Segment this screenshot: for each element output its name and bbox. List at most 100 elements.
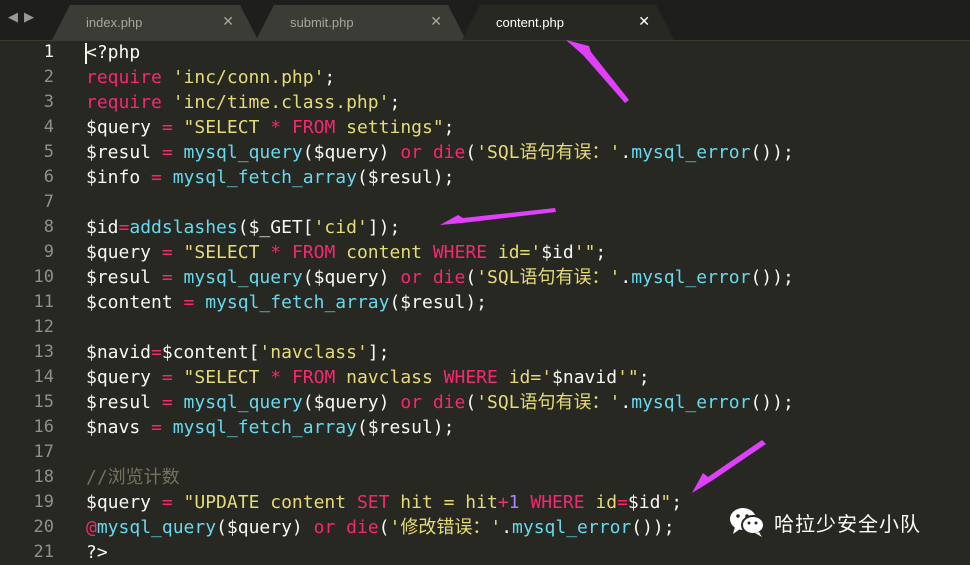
code-token: $navid: [552, 367, 618, 388]
code-line[interactable]: $navs = mysql_fetch_array($resul);: [86, 415, 455, 440]
code-token: die: [432, 142, 466, 163]
code-token: ;: [671, 492, 683, 513]
code-line[interactable]: $query = "SELECT * FROM content WHERE id…: [86, 240, 606, 265]
close-icon[interactable]: ✕: [430, 14, 442, 30]
code-token: id=': [487, 242, 542, 263]
code-line[interactable]: @mysql_query($query) or die('修改错误：'.mysq…: [86, 515, 675, 540]
code-token: FROM: [291, 367, 336, 388]
code-token: mysql_fetch_array: [172, 417, 357, 438]
code-token: ;: [443, 117, 455, 138]
code-token: =: [161, 392, 173, 413]
code-token: ());: [631, 517, 675, 538]
tab-scroll-left-icon[interactable]: ◀: [8, 10, 18, 25]
line-number: 3: [43, 92, 54, 112]
code-line[interactable]: $query = "SELECT * FROM navclass WHERE i…: [86, 365, 650, 390]
code-line[interactable]: $resul = mysql_query($query) or die('SQL…: [86, 390, 794, 415]
code-token: content: [335, 242, 433, 263]
code-token: $resul: [86, 142, 162, 163]
line-number: 13: [33, 342, 54, 362]
code-token: =: [161, 117, 173, 138]
line-number: 9: [43, 242, 54, 262]
code-line[interactable]: $query = "SELECT * FROM settings";: [86, 115, 455, 140]
tab-label: content.php: [496, 15, 564, 30]
code-token: '": [573, 242, 596, 263]
code-line[interactable]: $query = "UPDATE content SET hit = hit+1…: [86, 490, 682, 515]
code-token: ($query): [302, 142, 401, 163]
close-icon[interactable]: ✕: [638, 14, 650, 30]
code-token: 'SQL语句有误：': [476, 142, 621, 163]
code-token: @: [86, 517, 97, 538]
code-token: ());: [750, 142, 794, 163]
code-token: //浏览计数: [86, 467, 180, 488]
code-token: mysql_error: [512, 517, 632, 538]
code-line[interactable]: require 'inc/conn.php';: [86, 65, 335, 90]
code-token: ($_GET[: [237, 217, 314, 238]
code-token: WHERE: [530, 492, 585, 513]
code-token: ($resul);: [356, 167, 455, 188]
code-token: or: [313, 517, 336, 538]
code-line[interactable]: $resul = mysql_query($query) or die('SQL…: [86, 140, 794, 165]
code-token: mysql_query: [183, 392, 303, 413]
code-line[interactable]: <?php: [86, 40, 140, 65]
code-token: 1: [508, 492, 520, 513]
code-area[interactable]: <?php require 'inc/conn.php'; require 'inc…: [86, 40, 970, 565]
code-token: ;: [638, 367, 650, 388]
line-number: 7: [43, 192, 54, 212]
code-token: $navs: [86, 417, 152, 438]
tab-label: submit.php: [290, 15, 354, 30]
code-token: ());: [750, 267, 794, 288]
code-token: '": [617, 367, 639, 388]
code-token: .: [620, 392, 632, 413]
code-editor[interactable]: 1 2 3 4 5 6 7 8 9 10 11 12 13 14 15 16 17 18 19 20 21 <?php r…: [0, 40, 970, 565]
code-token: WHERE: [432, 242, 488, 263]
code-line[interactable]: $navid=$content['navclass'];: [86, 340, 389, 365]
code-token: ($resul);: [356, 417, 455, 438]
line-number: 16: [33, 417, 54, 437]
tab-index-php[interactable]: index.php ✕: [52, 5, 258, 40]
close-icon[interactable]: ✕: [222, 14, 234, 30]
code-token: mysql_query: [183, 142, 303, 163]
code-token: ];: [367, 342, 390, 363]
code-line[interactable]: //浏览计数: [86, 465, 180, 490]
code-token: =: [151, 342, 162, 363]
code-token: =: [161, 267, 173, 288]
code-token: addslashes: [129, 217, 238, 238]
wechat-icon: [730, 508, 765, 537]
code-token: $navid: [86, 342, 152, 363]
code-line[interactable]: $id=addslashes($_GET['cid']);: [86, 215, 400, 240]
code-token: $query: [86, 242, 162, 263]
code-line[interactable]: ?>: [86, 540, 108, 565]
code-token: require: [86, 67, 162, 88]
line-number: 10: [33, 267, 54, 287]
code-token: =: [161, 367, 173, 388]
code-token: "SELECT: [183, 242, 271, 263]
code-token: $resul: [86, 267, 162, 288]
code-token: =: [161, 492, 173, 513]
code-token: WHERE: [443, 367, 498, 388]
code-line[interactable]: $content = mysql_fetch_array($resul);: [86, 290, 487, 315]
tab-bar: ◀ ▶ index.php ✕ submit.php ✕ content.php…: [0, 0, 970, 41]
code-token: die: [346, 517, 379, 538]
code-token: =: [118, 217, 130, 238]
code-token: mysql_query: [96, 517, 217, 538]
code-token: 'cid': [313, 217, 368, 238]
code-token: die: [432, 267, 466, 288]
code-token: id: [584, 492, 618, 513]
code-token: "SELECT: [183, 117, 271, 138]
code-line[interactable]: $info = mysql_fetch_array($resul);: [86, 165, 455, 190]
code-line[interactable]: $resul = mysql_query($query) or die('SQL…: [86, 265, 794, 290]
tab-submit-php[interactable]: submit.php ✕: [256, 5, 466, 40]
tab-scroll-right-icon[interactable]: ▶: [24, 10, 34, 25]
code-token: mysql_error: [631, 267, 751, 288]
code-token: $resul: [86, 392, 162, 413]
code-token: *: [270, 367, 282, 388]
code-token: '修改错误：': [389, 517, 502, 538]
code-token: $content[: [161, 342, 260, 363]
code-token: ());: [750, 392, 794, 413]
code-line[interactable]: require 'inc/time.class.php';: [86, 90, 400, 115]
tab-content-php[interactable]: content.php ✕: [462, 5, 674, 40]
code-token: $query: [86, 117, 162, 138]
